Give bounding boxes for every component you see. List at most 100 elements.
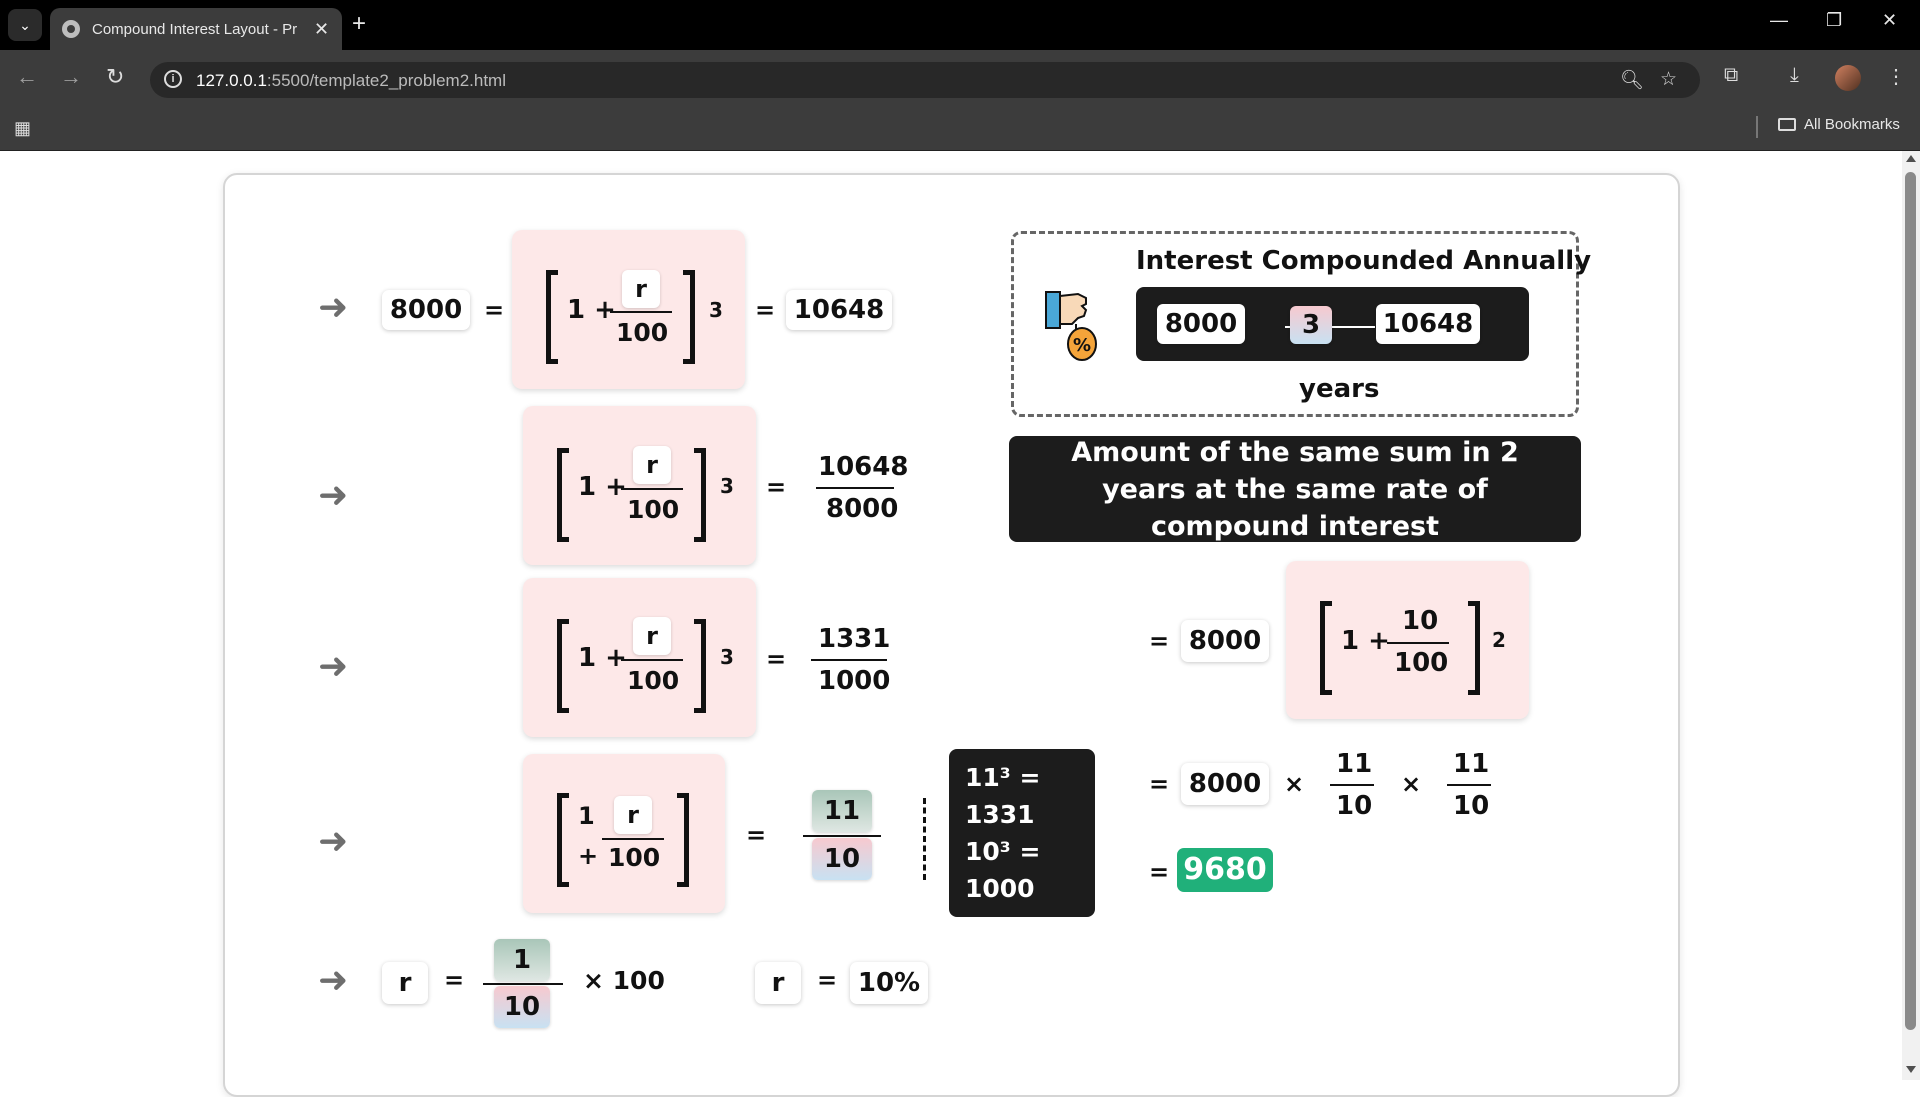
fraction-numerator: 11	[1453, 749, 1490, 779]
fraction-bar	[1387, 642, 1449, 644]
r-variable: r	[755, 962, 801, 1004]
browser-tab[interactable]: Compound Interest Layout - Pr ✕	[50, 8, 342, 50]
folder-icon	[1778, 118, 1796, 131]
close-window-button[interactable]: ✕	[1882, 10, 1897, 31]
cube-note-box: 11³ = 1331 10³ = 1000	[949, 749, 1095, 917]
exponent: 3	[720, 645, 734, 669]
step-arrow-icon: ➜	[318, 646, 349, 687]
exponent: 3	[720, 474, 734, 498]
fraction-denominator: 10	[1453, 791, 1490, 821]
close-tab-icon[interactable]: ✕	[314, 19, 329, 40]
scrollbar-thumb[interactable]	[1905, 172, 1916, 1030]
address-bar[interactable]: i 127.0.0.1:5500/template2_problem2.html…	[150, 62, 1700, 98]
zoom-icon[interactable]: 🔍︎	[1620, 68, 1644, 92]
apps-grid-icon[interactable]: ▦	[14, 118, 31, 139]
dashed-divider	[923, 798, 926, 880]
equals-sign: =	[484, 296, 505, 324]
forward-button[interactable]: →	[60, 64, 82, 90]
extensions-icon[interactable]: ⧉	[1724, 64, 1738, 87]
equals-sign: =	[1149, 858, 1170, 886]
equals-sign: =	[766, 473, 787, 501]
fraction-denominator: 8000	[826, 494, 899, 524]
denominator-100: 100	[616, 318, 669, 347]
principal-value: 8000	[1181, 763, 1269, 805]
url-text[interactable]: 127.0.0.1:5500/template2_problem2.html	[196, 71, 506, 91]
question-box: Amount of the same sum in 2 years at the…	[1009, 436, 1581, 542]
fraction-bar	[816, 487, 894, 489]
r-variable: r	[614, 796, 652, 834]
timeline-years: 3	[1290, 306, 1332, 344]
step-arrow-icon: ➜	[318, 475, 349, 516]
r-variable: r	[622, 270, 660, 308]
fraction-numerator: 1331	[818, 624, 891, 654]
equals-sign: =	[444, 966, 465, 994]
equals-sign: =	[746, 821, 767, 849]
exponent: 2	[1492, 628, 1506, 652]
fraction-bar	[1330, 784, 1374, 786]
fraction-bar	[811, 659, 887, 661]
times-100: × 100	[583, 966, 665, 995]
r-variable: r	[382, 962, 428, 1004]
back-button[interactable]: ←	[16, 64, 38, 90]
left-bracket	[1320, 601, 1332, 695]
bookmarks-bar: ▦ All Bookmarks	[0, 108, 1920, 151]
fraction-bar	[483, 983, 563, 985]
right-bracket	[683, 270, 695, 364]
new-tab-button[interactable]: +	[352, 10, 366, 38]
star-icon[interactable]: ☆	[1660, 68, 1677, 91]
all-bookmarks-button[interactable]: All Bookmarks	[1778, 116, 1900, 133]
equals-sign: =	[766, 645, 787, 673]
right-bracket	[694, 448, 706, 542]
plus-sign: +	[578, 842, 599, 870]
site-info-icon[interactable]: i	[164, 70, 182, 88]
note-line: 10³ =	[965, 837, 1041, 866]
right-bracket	[677, 793, 689, 887]
right-bracket	[1468, 601, 1480, 695]
scroll-down-icon[interactable]	[1906, 1066, 1916, 1073]
fraction-numerator: 1	[494, 939, 550, 981]
timeline-end: 10648	[1376, 304, 1480, 344]
fraction-numerator: 11	[1336, 749, 1373, 779]
times-sign: ×	[1284, 770, 1305, 798]
one-plus: 1 +	[567, 295, 616, 325]
principal-value: 8000	[1181, 620, 1269, 662]
browser-toolbar: ← → ↻ i 127.0.0.1:5500/template2_problem…	[0, 50, 1920, 108]
left-bracket	[557, 619, 569, 713]
fraction-numerator: 11	[812, 790, 872, 832]
years-label: years	[1299, 374, 1380, 404]
exponent: 3	[709, 298, 723, 322]
menu-icon[interactable]: ⋮	[1886, 64, 1906, 89]
fraction-denominator: 10	[494, 986, 550, 1028]
right-bracket	[694, 619, 706, 713]
fraction-bar	[621, 488, 683, 490]
fraction-numerator: 10648	[818, 452, 909, 482]
denominator-100: 100	[1394, 648, 1449, 678]
step-arrow-icon: ➜	[318, 821, 349, 862]
left-bracket	[557, 448, 569, 542]
reload-button[interactable]: ↻	[106, 64, 124, 90]
step-arrow-icon: ➜	[318, 960, 349, 1001]
r-variable: r	[633, 617, 671, 655]
tab-title: Compound Interest Layout - Pr	[92, 20, 298, 38]
hand-percent-icon: %	[1042, 284, 1104, 364]
chevron-down-icon: ⌄	[19, 16, 31, 33]
fraction-bar	[610, 311, 672, 313]
fraction-denominator: 10	[812, 838, 872, 880]
timeline-start: 8000	[1157, 304, 1245, 344]
one-plus: 1 +	[578, 472, 627, 502]
amount-value: 10648	[786, 290, 892, 330]
tab-search-button[interactable]: ⌄	[8, 9, 42, 41]
globe-icon	[62, 20, 80, 38]
restore-button[interactable]: ❐	[1826, 10, 1842, 31]
denominator-100: 100	[608, 843, 661, 872]
scroll-up-icon[interactable]	[1906, 155, 1916, 162]
profile-avatar[interactable]	[1835, 65, 1861, 91]
fraction-bar	[602, 838, 664, 840]
svg-text:%: %	[1073, 335, 1091, 356]
browser-titlebar: ⌄ Compound Interest Layout - Pr ✕ + — ❐ …	[0, 0, 1920, 50]
download-icon[interactable]: ⤓	[1790, 64, 1799, 87]
one-plus: 1 +	[1341, 626, 1390, 656]
minimize-button[interactable]: —	[1770, 10, 1788, 31]
fraction-bar	[803, 835, 881, 837]
left-bracket	[557, 793, 569, 887]
